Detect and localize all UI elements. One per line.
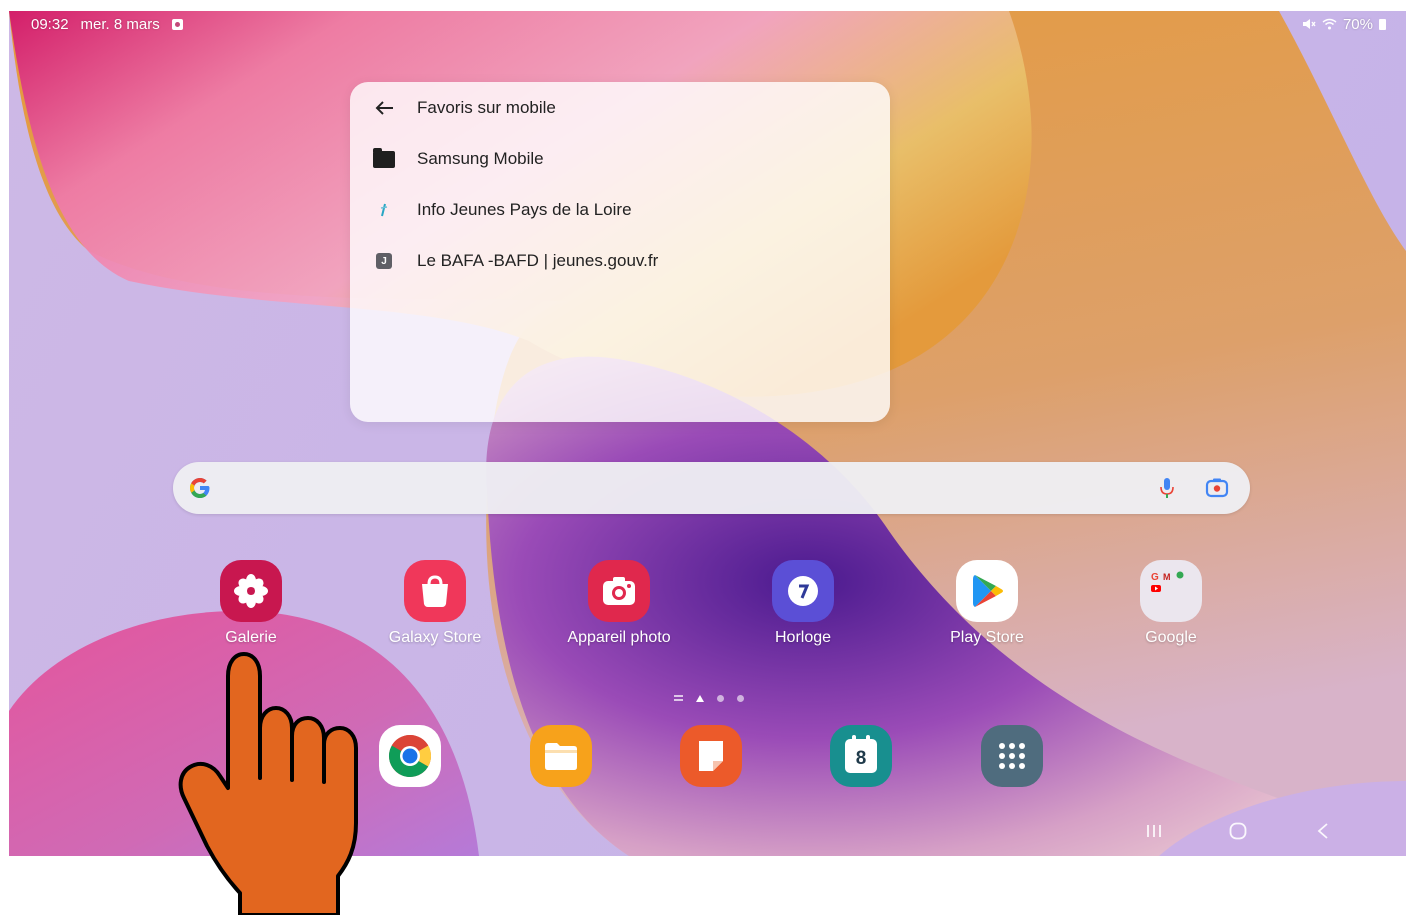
bookmark-item[interactable]: J Le BAFA -BAFD | jeunes.gouv.fr bbox=[350, 241, 890, 281]
back-icon bbox=[1317, 823, 1328, 839]
app-galaxy-store[interactable]: Galaxy Store bbox=[350, 560, 520, 660]
bookmarks-widget: Favoris sur mobile Samsung Mobile Info J… bbox=[350, 82, 890, 422]
mute-icon bbox=[1302, 19, 1316, 29]
status-bar-left: 09:32 mer. 8 mars bbox=[31, 11, 183, 37]
apps-grid-icon[interactable] bbox=[981, 725, 1043, 787]
page-dot bbox=[717, 694, 724, 702]
app-label: Horloge bbox=[774, 629, 832, 646]
hand-pointer-icon bbox=[178, 652, 358, 915]
status-date: mer. 8 mars bbox=[80, 15, 160, 33]
chrome-icon[interactable] bbox=[379, 725, 441, 787]
bookmark-label[interactable]: Le BAFA -BAFD | jeunes.gouv.fr bbox=[417, 251, 658, 271]
google-g-icon bbox=[190, 478, 210, 498]
google-search-bar[interactable] bbox=[173, 462, 1250, 514]
info-jeunes-favicon bbox=[372, 198, 396, 222]
folder-icon bbox=[372, 147, 396, 171]
svg-text:M: M bbox=[1163, 572, 1171, 582]
home-icon bbox=[1229, 822, 1247, 840]
bookmark-label[interactable]: Info Jeunes Pays de la Loire bbox=[417, 200, 632, 220]
app-label: Appareil photo bbox=[567, 629, 671, 646]
page-indicator-home-icon bbox=[696, 694, 704, 702]
app-label: Galaxy Store bbox=[388, 629, 482, 646]
jeunes-gouv-favicon: J bbox=[372, 249, 396, 273]
screen-record-icon bbox=[171, 18, 183, 30]
app-appareil-photo[interactable]: Appareil photo bbox=[534, 560, 704, 660]
google-folder-icon[interactable]: G M bbox=[1140, 560, 1202, 622]
play-store-icon[interactable] bbox=[956, 560, 1018, 622]
clock-icon[interactable] bbox=[772, 560, 834, 622]
bookmark-item[interactable]: Info Jeunes Pays de la Loire bbox=[350, 190, 890, 230]
folder-files-icon[interactable] bbox=[530, 725, 592, 787]
calendar-icon[interactable]: 8 bbox=[830, 725, 892, 787]
app-horloge[interactable]: Horloge bbox=[718, 560, 888, 660]
calendar-day: 8 bbox=[855, 747, 867, 769]
battery-icon bbox=[1379, 18, 1386, 30]
app-label: Galerie bbox=[225, 629, 277, 646]
back-arrow-icon[interactable] bbox=[372, 96, 396, 120]
recents-icon bbox=[1147, 825, 1161, 837]
microphone-icon[interactable] bbox=[1154, 475, 1180, 501]
gallery-flower-icon[interactable] bbox=[220, 560, 282, 622]
page-indicator bbox=[674, 691, 754, 705]
bookmark-label[interactable]: Samsung Mobile bbox=[417, 149, 544, 169]
home-button[interactable] bbox=[1218, 817, 1258, 845]
bookmarks-back-row[interactable]: Favoris sur mobile bbox=[350, 88, 890, 128]
app-play-store[interactable]: Play Store bbox=[902, 560, 1072, 660]
bookmarks-title: Favoris sur mobile bbox=[417, 98, 556, 117]
shopping-bag-icon[interactable] bbox=[404, 560, 466, 622]
status-bar-right: 70% bbox=[1302, 11, 1386, 37]
camera-icon[interactable] bbox=[588, 560, 650, 622]
app-galerie[interactable]: Galerie bbox=[166, 560, 336, 660]
back-button[interactable] bbox=[1303, 817, 1343, 845]
google-lens-icon[interactable] bbox=[1204, 475, 1230, 501]
svg-text:G: G bbox=[1151, 572, 1159, 583]
app-label: Google bbox=[1145, 629, 1197, 646]
wifi-icon bbox=[1322, 18, 1337, 30]
app-label: Play Store bbox=[950, 629, 1024, 646]
page-indicator-lines-icon bbox=[674, 695, 683, 701]
app-google-folder[interactable]: G M Google bbox=[1086, 560, 1256, 660]
page-dot bbox=[737, 694, 744, 702]
battery-percent: 70% bbox=[1342, 15, 1373, 33]
status-time: 09:32 bbox=[31, 15, 69, 33]
bookmark-item[interactable]: Samsung Mobile bbox=[350, 139, 890, 179]
recents-button[interactable] bbox=[1134, 817, 1174, 845]
notes-icon[interactable] bbox=[680, 725, 742, 787]
